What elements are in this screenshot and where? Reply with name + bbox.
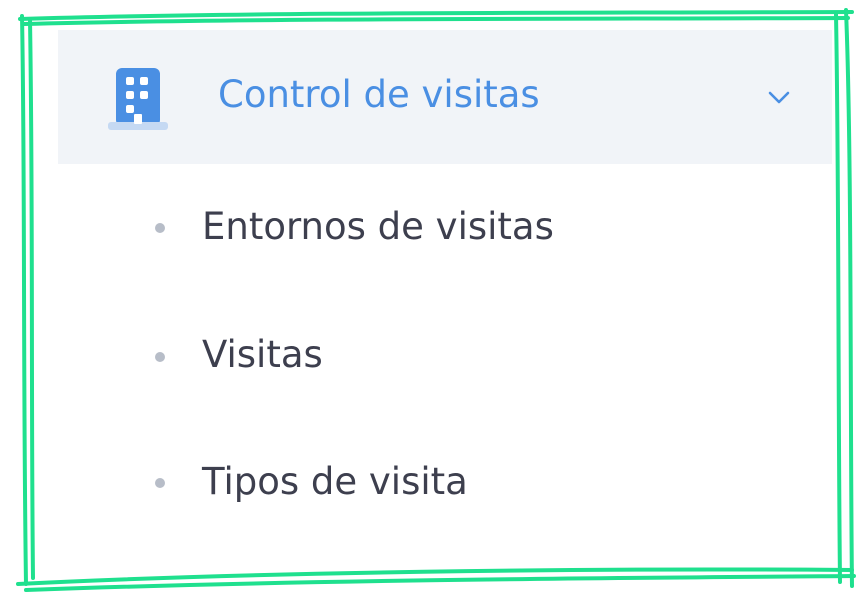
- submenu-item-label: Entornos de visitas: [202, 205, 554, 248]
- submenu-item-label: Tipos de visita: [202, 460, 468, 503]
- visit-control-menu: Control de visitas Entornos de visitas V…: [58, 30, 832, 546]
- bullet-dot-icon: [155, 223, 165, 233]
- submenu-list: Entornos de visitas Visitas Tipos de vis…: [58, 164, 832, 546]
- building-icon: [108, 68, 168, 130]
- bullet-dot-icon: [155, 478, 165, 488]
- submenu-item-entornos-de-visitas[interactable]: Entornos de visitas: [58, 164, 832, 292]
- menu-group-control-de-visitas[interactable]: Control de visitas: [58, 30, 832, 164]
- submenu-item-tipos-de-visita[interactable]: Tipos de visita: [58, 419, 832, 546]
- submenu-item-visitas[interactable]: Visitas: [58, 292, 832, 419]
- submenu-item-label: Visitas: [202, 333, 323, 376]
- chevron-down-icon[interactable]: [764, 82, 794, 112]
- menu-group-title: Control de visitas: [218, 73, 540, 116]
- bullet-dot-icon: [155, 352, 165, 362]
